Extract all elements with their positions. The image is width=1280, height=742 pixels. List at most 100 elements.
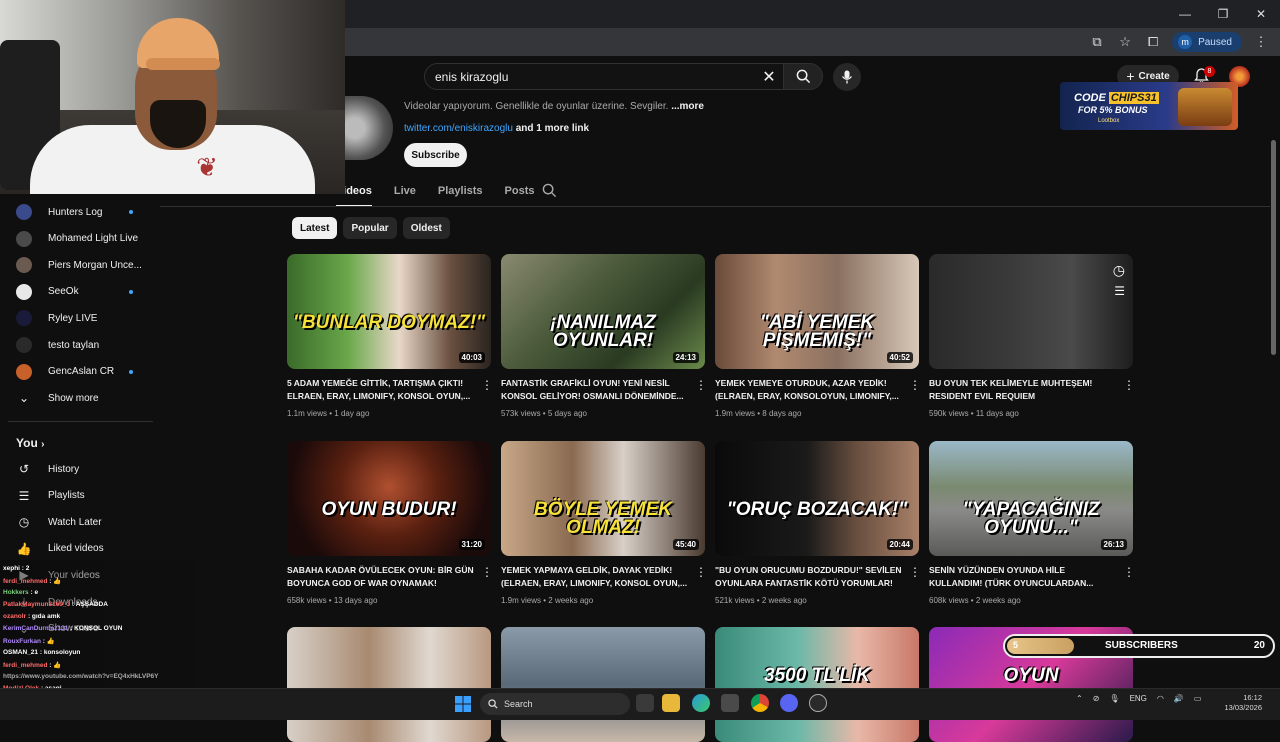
battery-icon[interactable]: ▭	[1194, 694, 1202, 703]
channel-search-button[interactable]	[542, 183, 558, 199]
video-age: 1 day ago	[334, 409, 370, 418]
voice-search-button[interactable]	[833, 63, 861, 91]
language-indicator[interactable]: ENG	[1130, 694, 1147, 703]
sidebar-subscription-item[interactable]: GencAslan CR	[0, 360, 155, 384]
chevron-down-icon: ⌄	[18, 391, 30, 406]
discord-icon[interactable]	[780, 694, 798, 712]
store-icon[interactable]	[721, 694, 739, 712]
video-title[interactable]: BU OYUN TEK KELİMEYLE MUHTEŞEM! RESIDENT…	[929, 377, 1117, 403]
taskbar-search[interactable]: Search	[480, 693, 630, 715]
sidebar-subscription-item[interactable]: Hunters Log	[0, 200, 155, 224]
more-options-icon[interactable]: ⋮	[909, 565, 921, 579]
video-thumbnail[interactable]: BÖYLE YEMEK OLMAZ! 45:40	[501, 441, 705, 556]
chrome-icon[interactable]	[751, 694, 769, 712]
twitter-link[interactable]: twitter.com/eniskirazoglu	[404, 123, 513, 134]
channel-avatar[interactable]	[345, 96, 393, 160]
video-thumbnail[interactable]: "YAPACAĞINIZ OYUNU..." 26:13	[929, 441, 1133, 556]
sidebar-subscription-item[interactable]: SeeOk	[0, 280, 155, 304]
liked-icon: 👍	[16, 541, 32, 556]
sidebar-item-liked-videos[interactable]: 👍 Liked videos	[0, 537, 155, 561]
playlists-icon: ☰	[18, 488, 30, 503]
search-button[interactable]	[783, 63, 823, 90]
edge-icon[interactable]	[692, 694, 710, 712]
video-title[interactable]: "BU OYUN ORUCUMU BOZDURDU!" SEVİLEN OYUN…	[715, 564, 903, 590]
video-thumbnail[interactable]: ◷ ☰	[929, 254, 1133, 369]
windows-start-icon[interactable]	[455, 696, 471, 712]
video-duration: 24:13	[672, 352, 699, 363]
video-meta: 658k views • 13 days ago	[287, 596, 377, 605]
video-thumbnail[interactable]: 3500 TL'LİK	[715, 627, 919, 742]
taskbar-search-label: Search	[504, 699, 533, 709]
file-explorer-icon[interactable]	[662, 694, 680, 712]
more-options-icon[interactable]: ⋮	[909, 378, 921, 392]
sidebar-subscription-item[interactable]: Mohamed Light Live	[0, 227, 155, 251]
video-views: 521k views	[715, 596, 755, 605]
sponsor-banner[interactable]: CODE CHIPS31 FOR 5% BONUS Lootbox	[1060, 82, 1238, 130]
more-options-icon[interactable]: ⋮	[695, 378, 707, 392]
sidebar-you-heading[interactable]: You ›	[16, 436, 44, 450]
video-thumbnail[interactable]: "ORUÇ BOZACAK!" 20:44	[715, 441, 919, 556]
tab-playlists[interactable]: Playlists	[438, 181, 483, 207]
sidebar-item-watch-later[interactable]: ◷ Watch Later	[0, 510, 155, 534]
more-options-icon[interactable]: ⋮	[695, 565, 707, 579]
chip-latest[interactable]: Latest	[292, 217, 338, 239]
video-thumbnail[interactable]: "BUNLAR DOYMAZ!" 40:03	[287, 254, 491, 369]
minimize-icon[interactable]: —	[1166, 0, 1204, 28]
cast-icon[interactable]: ⧉	[1088, 33, 1106, 51]
thumbnail-caption: OYUN BUDUR!	[321, 499, 457, 520]
browser-menu-icon[interactable]: ⋮	[1252, 33, 1270, 51]
restore-icon[interactable]: ❐	[1204, 0, 1242, 28]
clear-search-icon[interactable]: ✕	[757, 66, 781, 88]
obs-icon[interactable]	[809, 694, 827, 712]
tab-live[interactable]: Live	[394, 181, 416, 207]
sidebar-item-label: Piers Morgan Unce...	[48, 259, 142, 271]
video-thumbnail[interactable]	[287, 627, 491, 742]
sidebar-show-more[interactable]: ⌄ Show more	[0, 386, 155, 410]
sidebar-item-history[interactable]: ↺ History	[0, 457, 155, 481]
thumbnail-caption: 3500 TL'LİK	[764, 665, 870, 686]
sidebar-item-label: Mohamed Light Live	[48, 233, 139, 245]
description-more-link[interactable]: ...more	[671, 101, 704, 112]
more-options-icon[interactable]: ⋮	[481, 378, 493, 392]
page-scrollbar[interactable]	[1271, 140, 1276, 355]
search-input[interactable]: enis kirazoglu	[424, 63, 784, 90]
more-links-text[interactable]: and 1 more link	[516, 123, 589, 134]
more-options-icon[interactable]: ⋮	[1123, 565, 1135, 579]
video-title[interactable]: YEMEK YEMEYE OTURDUK, AZAR YEDİK! (ELRAE…	[715, 377, 903, 403]
sidebar-subscription-item[interactable]: testo taylan	[0, 333, 155, 357]
video-title[interactable]: SENİN YÜZÜNDEN OYUNDA HİLE KULLANDIM! (T…	[929, 564, 1117, 590]
more-options-icon[interactable]: ⋮	[481, 565, 493, 579]
close-icon[interactable]: ✕	[1242, 0, 1280, 28]
video-thumbnail[interactable]: OYUN BUDUR! 31:20	[287, 441, 491, 556]
sidebar-subscription-item[interactable]: Ryley LIVE	[0, 306, 155, 330]
extensions-puzzle-icon[interactable]: ⧠	[1144, 33, 1162, 51]
video-views: 658k views	[287, 596, 327, 605]
video-title[interactable]: SABAHA KADAR ÖVÜLECEK OYUN: BİR GÜN BOYU…	[287, 564, 475, 590]
profile-paused-button[interactable]: m Paused	[1172, 32, 1242, 52]
chip-popular[interactable]: Popular	[343, 217, 397, 239]
network-off-icon[interactable]: ⊘	[1093, 694, 1100, 703]
sidebar-item-playlists[interactable]: ☰ Playlists	[0, 484, 155, 508]
video-title[interactable]: 5 ADAM YEMEĞE GİTTİK, TARTIŞMA ÇIKTI! EL…	[287, 377, 475, 403]
mic-tray-icon[interactable]: 🎙	[1109, 694, 1119, 703]
tray-chevron-icon[interactable]: ⌃	[1076, 694, 1083, 703]
more-options-icon[interactable]: ⋮	[1123, 378, 1135, 392]
chip-oldest[interactable]: Oldest	[402, 217, 450, 239]
tab-posts[interactable]: Posts	[505, 181, 535, 207]
video-title[interactable]: YEMEK YAPMAYA GELDİK, DAYAK YEDİK! (ELRA…	[501, 564, 689, 590]
video-title[interactable]: FANTASTİK GRAFİKLİ OYUN! YENİ NESİL KONS…	[501, 377, 689, 403]
taskbar-clock[interactable]: 16:12 13/03/2026	[1206, 693, 1262, 713]
watch-later-icon[interactable]: ◷	[1113, 262, 1125, 279]
bookmark-star-icon[interactable]: ☆	[1116, 33, 1134, 51]
chat-message: ferdi_mehmed : 👍	[3, 577, 61, 585]
video-meta: 590k views • 11 days ago	[929, 409, 1019, 418]
sidebar-subscription-item[interactable]: Piers Morgan Unce...	[0, 253, 155, 277]
task-view-icon[interactable]	[636, 694, 654, 712]
subscribe-button[interactable]: Subscribe	[404, 143, 467, 167]
video-thumbnail[interactable]: "ABİ YEMEK PİŞMEMİŞ!" 40:52	[715, 254, 919, 369]
wifi-icon[interactable]: ◠	[1157, 694, 1164, 703]
video-thumbnail[interactable]: ¡NANILMAZ OYUNLAR! 24:13	[501, 254, 705, 369]
volume-icon[interactable]: 🔊	[1174, 694, 1184, 703]
add-to-queue-icon[interactable]: ☰	[1114, 284, 1125, 298]
video-thumbnail[interactable]	[501, 627, 705, 742]
